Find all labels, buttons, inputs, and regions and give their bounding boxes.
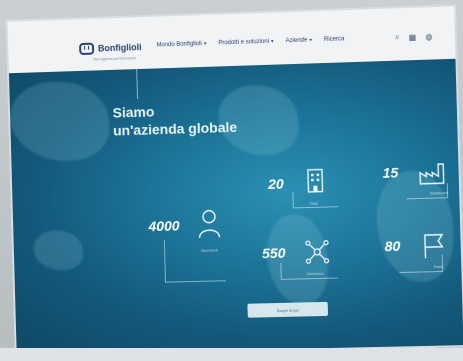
hero-headline: Siamo un'azienda globale: [112, 100, 237, 140]
world-map-oceania: [33, 229, 84, 271]
chevron-down-icon: ▾: [203, 40, 207, 47]
browser-viewport: Bonfiglioli the highest performance Mond…: [7, 6, 463, 355]
stat-value-paesi: 80: [384, 237, 401, 255]
brand-name: Bonfiglioli: [97, 42, 142, 54]
grid-icon[interactable]: ▦: [408, 32, 416, 41]
stat-value-stabilimenti: 15: [382, 164, 399, 181]
nav-item-label: Mondo Bonfiglioli: [156, 41, 202, 49]
nav-item-mondo[interactable]: Mondo Bonfiglioli ▾: [156, 41, 206, 49]
stat-value-distributori: 550: [261, 244, 286, 262]
header-tools: ⌕ ▦ ◍: [395, 31, 433, 42]
nav-item-label: Aziende: [285, 37, 308, 45]
stat-value-filiali: 20: [267, 175, 284, 193]
stat-bracket: [163, 238, 226, 283]
monitor-bottom-bezel: [0, 348, 463, 361]
nav-item-label: Prodotti e soluzioni: [218, 38, 270, 47]
chevron-down-icon: ▾: [309, 37, 313, 44]
main-nav: Mondo Bonfiglioli ▾ Prodotti e soluzioni ▾…: [156, 36, 344, 48]
brand-tagline: the highest performance: [93, 55, 137, 62]
stat-bracket: [280, 261, 339, 280]
stat-bracket: [406, 183, 449, 200]
nav-item-label: Ricerca: [323, 36, 345, 43]
stat-bracket: [399, 254, 444, 274]
headline-line-2: un'azienda globale: [112, 118, 238, 139]
globe-icon[interactable]: ◍: [425, 32, 432, 41]
logo-mark-icon: [79, 42, 95, 56]
nav-item-prodotti[interactable]: Prodotti e soluzioni ▾: [218, 39, 273, 47]
discover-more-button[interactable]: Scopri di più: [247, 301, 329, 318]
monitor-frame: Bonfiglioli the highest performance Mond…: [0, 0, 463, 361]
brand-logo[interactable]: Bonfiglioli: [79, 41, 142, 56]
stat-bracket: [292, 191, 339, 209]
stat-value-dipendenti: 4000: [148, 217, 180, 235]
nav-item-ricerca[interactable]: Ricerca: [324, 36, 345, 43]
chevron-down-icon: ▾: [270, 38, 274, 45]
nav-item-aziende[interactable]: Aziende ▾: [286, 37, 312, 44]
world-map-asia: [9, 79, 110, 163]
search-icon[interactable]: ⌕: [395, 32, 400, 42]
